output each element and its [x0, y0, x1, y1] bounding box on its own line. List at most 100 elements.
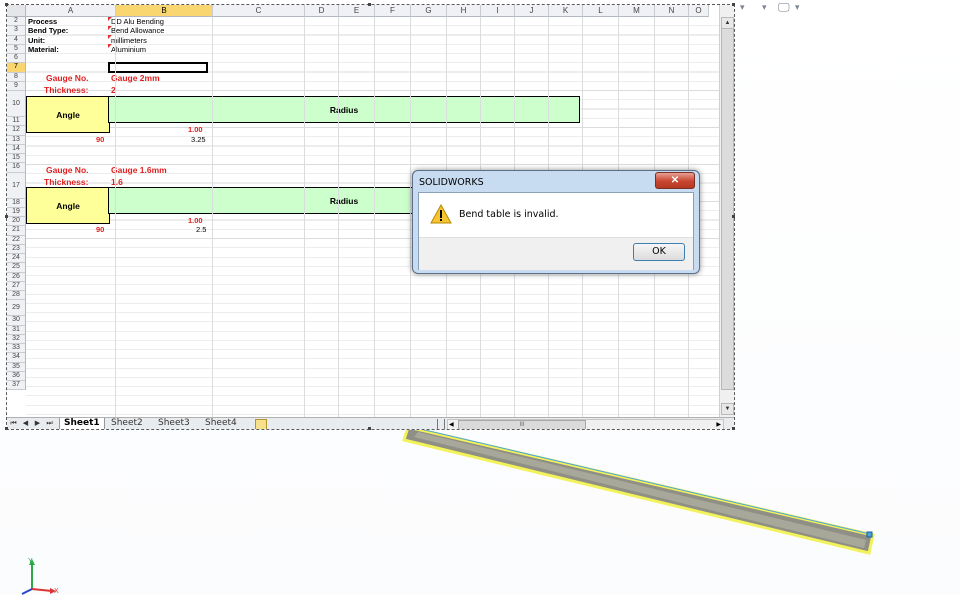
process-value: DD Alu Bending — [111, 17, 164, 26]
thickness-label: Thickness: — [44, 177, 89, 187]
row-header[interactable]: 29 — [7, 300, 26, 317]
tab-sheet3[interactable]: Sheet3 — [154, 418, 194, 429]
dialog-message: Bend table is invalid. — [459, 209, 559, 220]
row-header[interactable]: 12 — [7, 126, 26, 136]
row-header[interactable]: 25 — [7, 263, 26, 273]
column-header[interactable]: J — [515, 5, 549, 17]
tab-sheet1[interactable]: Sheet1 — [59, 418, 105, 429]
row-header[interactable]: 3 — [7, 26, 26, 36]
row-header[interactable]: 24 — [7, 254, 26, 264]
column-header[interactable]: H — [447, 5, 481, 17]
row-header[interactable]: 5 — [7, 44, 26, 54]
column-header[interactable]: L — [583, 5, 619, 17]
row-header[interactable]: 31 — [7, 325, 26, 335]
gauge-label: Gauge No. — [46, 73, 89, 83]
row-header[interactable]: 15 — [7, 154, 26, 164]
row-header[interactable]: 6 — [7, 54, 26, 64]
gauge-label: Gauge No. — [46, 165, 89, 175]
resize-handle[interactable] — [732, 215, 735, 218]
gauge-value: Gauge 1.6mm — [111, 165, 167, 175]
row-header[interactable]: 32 — [7, 334, 26, 344]
resize-handle[interactable] — [5, 427, 8, 430]
grid-line — [212, 17, 213, 417]
row-header[interactable]: 23 — [7, 244, 26, 254]
column-header[interactable]: A — [26, 5, 116, 17]
row-header[interactable]: 28 — [7, 291, 26, 301]
graphics-viewport[interactable]: ▾ ▾ 🖵 ▾ Y X ABCDEFGHIJKLMNO 2 3 4 5 6 7 8 9 10 11… — [0, 0, 960, 595]
scroll-left-button[interactable]: ◀ — [449, 420, 454, 429]
scroll-thumb[interactable] — [721, 28, 734, 390]
row-header[interactable]: 2 — [7, 17, 26, 27]
gauge-value: Gauge 2mm — [111, 73, 160, 83]
resize-handle[interactable] — [732, 3, 735, 6]
scroll-down-button[interactable]: ▼ — [721, 403, 734, 415]
column-header[interactable]: C — [213, 5, 305, 17]
row-header[interactable]: 11 — [7, 117, 26, 127]
row-header[interactable]: 20 — [7, 217, 26, 227]
column-header[interactable]: I — [481, 5, 515, 17]
row-header[interactable]: 10 — [7, 91, 26, 117]
resize-handle[interactable] — [5, 215, 8, 218]
selected-cell[interactable] — [108, 62, 208, 73]
column-header[interactable]: E — [339, 5, 375, 17]
row-header[interactable]: 4 — [7, 35, 26, 45]
comment-indicator — [108, 35, 112, 39]
insert-sheet-icon[interactable] — [255, 419, 267, 429]
unit-label: Unit: — [28, 35, 46, 45]
bend-type-label: Bend Type: — [28, 26, 69, 36]
row-header[interactable]: 18 — [7, 198, 26, 208]
allowance-value: 2.5 — [196, 225, 207, 234]
column-header[interactable]: B — [116, 5, 213, 17]
row-header[interactable]: 33 — [7, 344, 26, 354]
row-header[interactable]: 35 — [7, 362, 26, 372]
next-sheet-button[interactable]: ▶ — [33, 419, 42, 429]
row-header[interactable]: 34 — [7, 353, 26, 363]
ok-button[interactable]: OK — [633, 243, 685, 261]
thickness-label: Thickness: — [44, 85, 89, 95]
row-header[interactable]: 14 — [7, 144, 26, 154]
column-header[interactable]: N — [655, 5, 689, 17]
resize-handle[interactable] — [368, 3, 371, 6]
last-sheet-button[interactable]: ⏭ — [45, 419, 54, 429]
first-sheet-button[interactable]: ⏮ — [9, 419, 18, 429]
hscroll-thumb[interactable]: III — [458, 420, 586, 429]
column-header[interactable]: F — [375, 5, 411, 17]
row-header[interactable]: 26 — [7, 272, 26, 282]
warning-icon — [430, 204, 452, 224]
scroll-right-button[interactable]: ▶ — [716, 420, 721, 429]
row-header[interactable]: 21 — [7, 226, 26, 236]
close-button[interactable]: ✕ — [655, 172, 695, 189]
comment-indicator — [108, 26, 112, 30]
tab-sheet4[interactable]: Sheet4 — [201, 418, 241, 429]
column-header[interactable]: O — [689, 5, 709, 17]
material-label: Material: — [28, 44, 59, 54]
row-header[interactable]: 7 — [7, 63, 26, 73]
row-header[interactable]: 27 — [7, 281, 26, 291]
dialog-title: SOLIDWORKS — [419, 177, 484, 188]
select-all-corner[interactable] — [7, 5, 26, 17]
row-header[interactable]: 36 — [7, 371, 26, 381]
row-header[interactable]: 13 — [7, 135, 26, 145]
horizontal-scrollbar[interactable]: III ◀ ▶ — [447, 419, 724, 429]
row-header[interactable]: 9 — [7, 81, 26, 91]
column-header[interactable]: K — [549, 5, 583, 17]
row-header[interactable]: 30 — [7, 316, 26, 326]
resize-handle[interactable] — [732, 427, 735, 430]
row-header[interactable]: 19 — [7, 207, 26, 217]
row-header[interactable]: 37 — [7, 381, 26, 391]
resize-handle[interactable] — [5, 3, 8, 6]
row-header[interactable]: 17 — [7, 172, 26, 199]
material-value: Aluminium — [111, 44, 147, 54]
column-header[interactable]: G — [411, 5, 447, 17]
row-header[interactable]: 8 — [7, 72, 26, 82]
resize-handle[interactable] — [368, 427, 371, 430]
tab-sheet2[interactable]: Sheet2 — [107, 418, 147, 429]
prev-sheet-button[interactable]: ◀ — [21, 419, 30, 429]
row-header[interactable]: 16 — [7, 163, 26, 173]
row-header[interactable]: 22 — [7, 235, 26, 245]
vertical-scrollbar[interactable]: ▲ ▼ — [719, 5, 734, 417]
column-header[interactable]: D — [305, 5, 339, 17]
column-header[interactable]: M — [619, 5, 655, 17]
tab-split-handle[interactable] — [437, 419, 445, 429]
comment-indicator — [108, 44, 112, 48]
